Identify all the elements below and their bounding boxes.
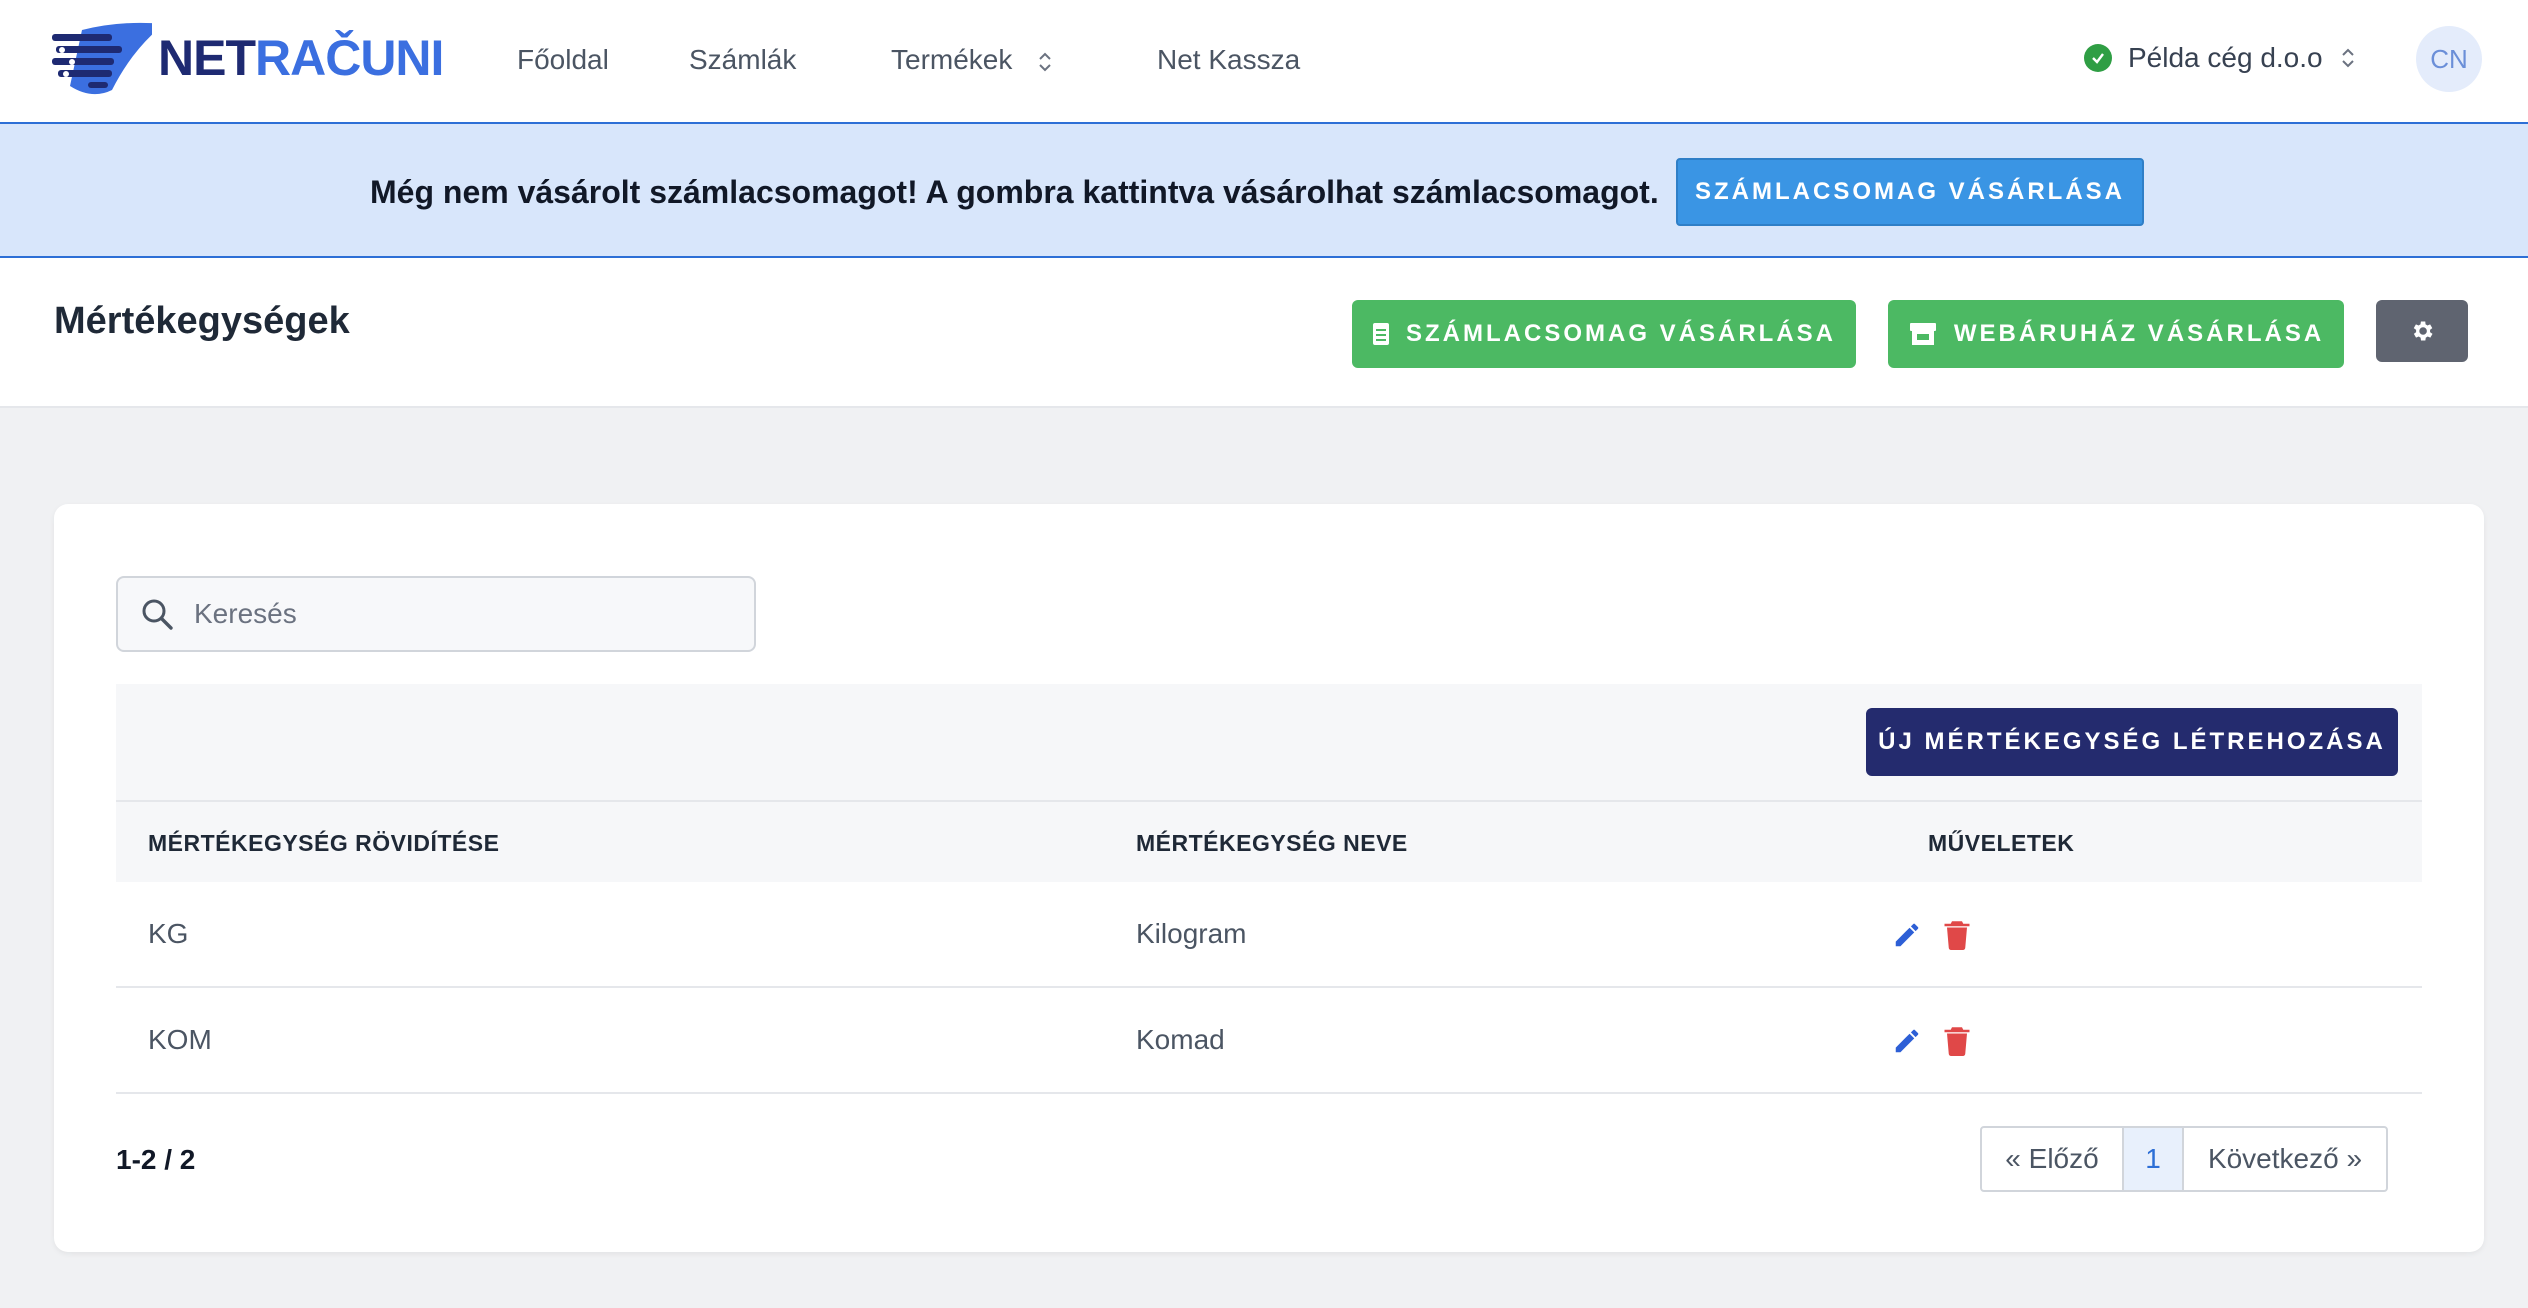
logo-icon [52, 22, 152, 95]
chevron-updown-icon [2341, 48, 2354, 68]
search-box[interactable] [116, 576, 756, 652]
settings-button[interactable] [2376, 300, 2468, 362]
banner-buy-invoices-button[interactable]: SZÁMLACSOMAG VÁSÁRLÁSA [1676, 158, 2144, 226]
buy-webshop-button[interactable]: WEBÁRUHÁZ VÁSÁRLÁSA [1888, 300, 2344, 368]
cell-abbreviation: KG [148, 918, 189, 949]
document-icon [1372, 322, 1390, 346]
store-icon [1908, 321, 1938, 347]
cell-name: Komad [1136, 1024, 1225, 1055]
create-unit-button[interactable]: ÚJ MÉRTÉKEGYSÉG LÉTREHOZÁSA [1866, 708, 2398, 776]
table-toolbar: ÚJ MÉRTÉKEGYSÉG LÉTREHOZÁSA [116, 684, 2422, 802]
pagination: « Előző 1 Következő » [1980, 1126, 2388, 1192]
nav-products[interactable]: Termékek [891, 40, 1052, 80]
page-title: Mértékegységek [54, 300, 350, 342]
pagination-next[interactable]: Következő » [2184, 1128, 2386, 1190]
nav-invoices[interactable]: Számlák [689, 40, 796, 80]
table-header: MÉRTÉKEGYSÉG RÖVIDÍTÉSE MÉRTÉKEGYSÉG NEV… [116, 802, 2422, 882]
edit-icon[interactable] [1890, 918, 1924, 952]
user-avatar[interactable]: CN [2416, 26, 2482, 92]
check-circle-icon [2084, 44, 2112, 72]
trash-icon[interactable] [1940, 918, 1974, 952]
brand-logo[interactable]: NETRAČUNI [52, 20, 444, 96]
pagination-page-current[interactable]: 1 [2124, 1128, 2184, 1190]
info-banner: Még nem vásárolt számlacsomagot! A gombr… [0, 124, 2528, 258]
company-name: Példa cég d.o.o [2128, 42, 2323, 73]
top-navbar: NETRAČUNI Főoldal Számlák Termékek Net K… [0, 0, 2528, 124]
banner-message: Még nem vásárolt számlacsomagot! A gombr… [370, 174, 1659, 210]
buy-invoice-package-button[interactable]: SZÁMLACSOMAG VÁSÁRLÁSA [1352, 300, 1856, 368]
pagination-prev[interactable]: « Előző [1982, 1128, 2124, 1190]
buy-webshop-label: WEBÁRUHÁZ VÁSÁRLÁSA [1953, 320, 2325, 347]
search-icon [140, 597, 174, 631]
table-row: KOM Komad [116, 988, 2422, 1094]
search-input[interactable] [194, 598, 714, 630]
nav-products-label: Termékek [891, 44, 1013, 75]
cell-abbreviation: KOM [148, 1024, 212, 1055]
column-header-actions: MŰVELETEK [1928, 830, 2075, 856]
column-header-abbreviation: MÉRTÉKEGYSÉG RÖVIDÍTÉSE [148, 830, 500, 856]
trash-icon[interactable] [1940, 1024, 1974, 1058]
brand-name: NETRAČUNI [158, 29, 444, 87]
chevron-updown-icon [1039, 52, 1051, 72]
page-header: Mértékegységek SZÁMLACSOMAG VÁSÁRLÁSA WE… [0, 258, 2528, 408]
column-header-name: MÉRTÉKEGYSÉG NEVE [1136, 830, 1408, 856]
nav-net-kassza[interactable]: Net Kassza [1157, 40, 1300, 80]
units-card: ÚJ MÉRTÉKEGYSÉG LÉTREHOZÁSA MÉRTÉKEGYSÉG… [54, 504, 2484, 1252]
table-row: KG Kilogram [116, 882, 2422, 988]
nav-home[interactable]: Főoldal [517, 40, 609, 80]
gear-icon [2413, 321, 2433, 341]
results-range: 1-2 / 2 [116, 1144, 196, 1175]
edit-icon[interactable] [1890, 1024, 1924, 1058]
buy-invoice-package-label: SZÁMLACSOMAG VÁSÁRLÁSA [1406, 320, 1836, 347]
cell-name: Kilogram [1136, 918, 1247, 949]
company-selector[interactable]: Példa cég d.o.o [2084, 38, 2355, 78]
brand-name-part1: NET [158, 30, 256, 86]
brand-name-part2: RAČUNI [255, 30, 444, 86]
